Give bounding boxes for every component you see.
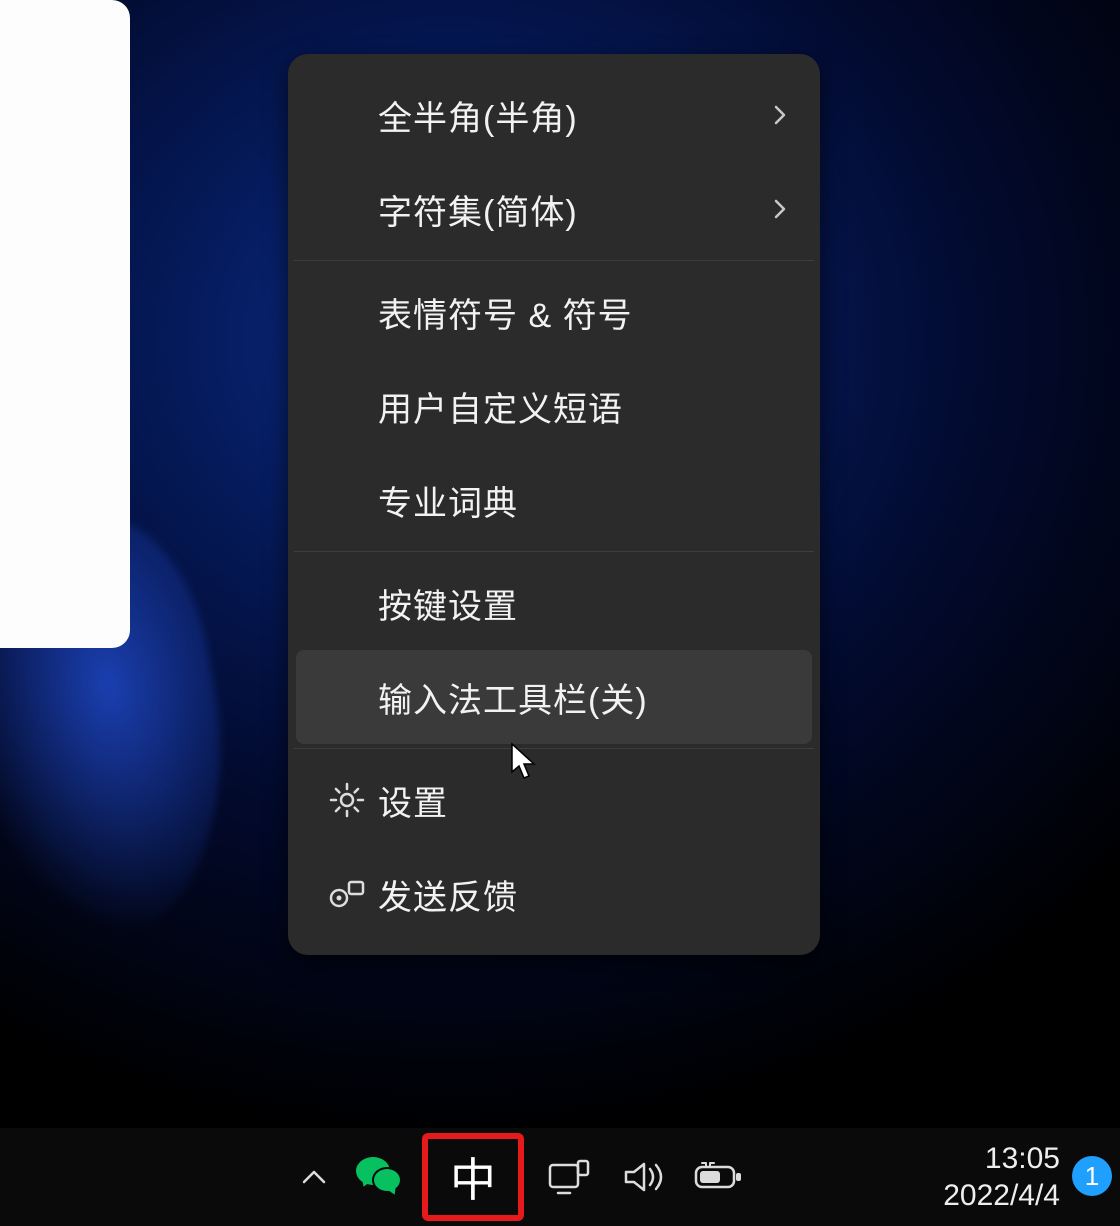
menu-item-settings[interactable]: 设置 xyxy=(288,753,820,847)
menu-item-user-phrases[interactable]: 用户自定义短语 xyxy=(288,359,820,453)
notification-badge[interactable]: 1 xyxy=(1072,1156,1112,1196)
background-window xyxy=(0,0,130,648)
menu-item-full-half-width[interactable]: 全半角(半角) xyxy=(288,68,820,162)
taskbar: 中 13:05 2022/4 xyxy=(0,1128,1120,1226)
menu-item-ime-toolbar[interactable]: 输入法工具栏(关) xyxy=(296,650,812,744)
menu-item-label: 设置 xyxy=(378,776,792,825)
battery-icon[interactable] xyxy=(690,1147,746,1207)
menu-item-send-feedback[interactable]: 发送反馈 xyxy=(288,847,820,941)
system-tray: 中 xyxy=(290,1128,746,1226)
notification-count: 1 xyxy=(1085,1161,1099,1192)
menu-item-label: 按键设置 xyxy=(378,579,792,628)
ime-context-menu: 全半角(半角) 字符集(简体) 表情符号 & 符号 用户自定义短语 专业词典 按… xyxy=(288,54,820,955)
wechat-tray-icon[interactable] xyxy=(356,1147,404,1207)
menu-item-label: 用户自定义短语 xyxy=(378,382,792,431)
menu-item-label: 表情符号 & 符号 xyxy=(378,288,792,337)
menu-item-label: 专业词典 xyxy=(378,476,792,525)
menu-item-key-settings[interactable]: 按键设置 xyxy=(288,556,820,650)
taskbar-clock[interactable]: 13:05 2022/4/4 xyxy=(943,1128,1060,1226)
clock-time: 13:05 xyxy=(985,1140,1060,1178)
volume-icon[interactable] xyxy=(616,1147,672,1207)
chevron-right-icon xyxy=(768,103,792,127)
menu-item-label: 字符集(简体) xyxy=(378,185,768,234)
menu-separator xyxy=(294,260,814,261)
network-icon[interactable] xyxy=(542,1147,598,1207)
menu-item-label: 发送反馈 xyxy=(378,870,792,919)
menu-item-pro-dictionary[interactable]: 专业词典 xyxy=(288,453,820,547)
menu-item-label: 输入法工具栏(关) xyxy=(378,673,792,722)
tray-overflow-button[interactable] xyxy=(290,1147,338,1207)
menu-item-label: 全半角(半角) xyxy=(378,91,768,140)
chevron-right-icon xyxy=(768,197,792,221)
ime-indicator-button[interactable]: 中 xyxy=(422,1133,524,1221)
menu-item-charset[interactable]: 字符集(简体) xyxy=(288,162,820,256)
menu-separator xyxy=(294,748,814,749)
ime-indicator-label: 中 xyxy=(450,1144,496,1210)
gear-icon xyxy=(316,780,378,820)
feedback-icon xyxy=(316,874,378,914)
menu-separator xyxy=(294,551,814,552)
clock-date: 2022/4/4 xyxy=(943,1177,1060,1215)
menu-item-emoji-symbols[interactable]: 表情符号 & 符号 xyxy=(288,265,820,359)
